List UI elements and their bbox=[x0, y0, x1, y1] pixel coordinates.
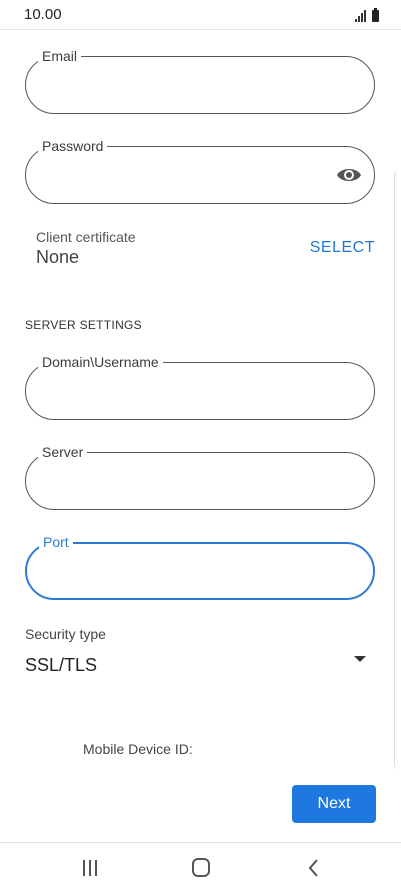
status-icons bbox=[355, 8, 379, 22]
next-button[interactable]: Next bbox=[292, 785, 376, 823]
select-certificate-button[interactable]: SELECT bbox=[310, 239, 375, 257]
status-bar: 10.00 bbox=[0, 0, 401, 30]
signal-icon bbox=[355, 10, 366, 22]
navigation-bar bbox=[0, 842, 401, 892]
client-certificate-label: Client certificate bbox=[36, 229, 136, 245]
home-icon[interactable] bbox=[189, 857, 213, 879]
back-icon[interactable] bbox=[302, 857, 326, 879]
scrollbar[interactable] bbox=[394, 170, 400, 770]
dropdown-arrow-icon[interactable] bbox=[354, 656, 366, 662]
server-settings-title: SERVER SETTINGS bbox=[25, 318, 142, 332]
recent-apps-icon[interactable] bbox=[78, 857, 102, 879]
security-type-select[interactable]: SSL/TLS bbox=[25, 655, 97, 676]
password-field[interactable]: Password bbox=[25, 137, 375, 204]
screen: 10.00 Email Password Client certificate … bbox=[0, 0, 401, 892]
eye-icon[interactable] bbox=[336, 164, 362, 186]
port-field[interactable]: Port bbox=[25, 533, 375, 600]
email-field[interactable]: Email bbox=[25, 47, 375, 114]
email-label: Email bbox=[38, 47, 82, 65]
domain-username-field[interactable]: Domain\Username bbox=[25, 353, 375, 420]
port-label: Port bbox=[39, 533, 73, 551]
security-type-label: Security type bbox=[25, 626, 106, 642]
server-label: Server bbox=[38, 443, 88, 461]
battery-icon bbox=[372, 8, 379, 22]
client-certificate-value: None bbox=[36, 247, 80, 267]
mobile-device-id-label: Mobile Device ID: bbox=[83, 741, 193, 757]
domain-username-label: Domain\Username bbox=[38, 353, 163, 371]
server-field[interactable]: Server bbox=[25, 443, 375, 510]
status-time: 10.00 bbox=[24, 6, 62, 23]
password-label: Password bbox=[38, 137, 108, 155]
